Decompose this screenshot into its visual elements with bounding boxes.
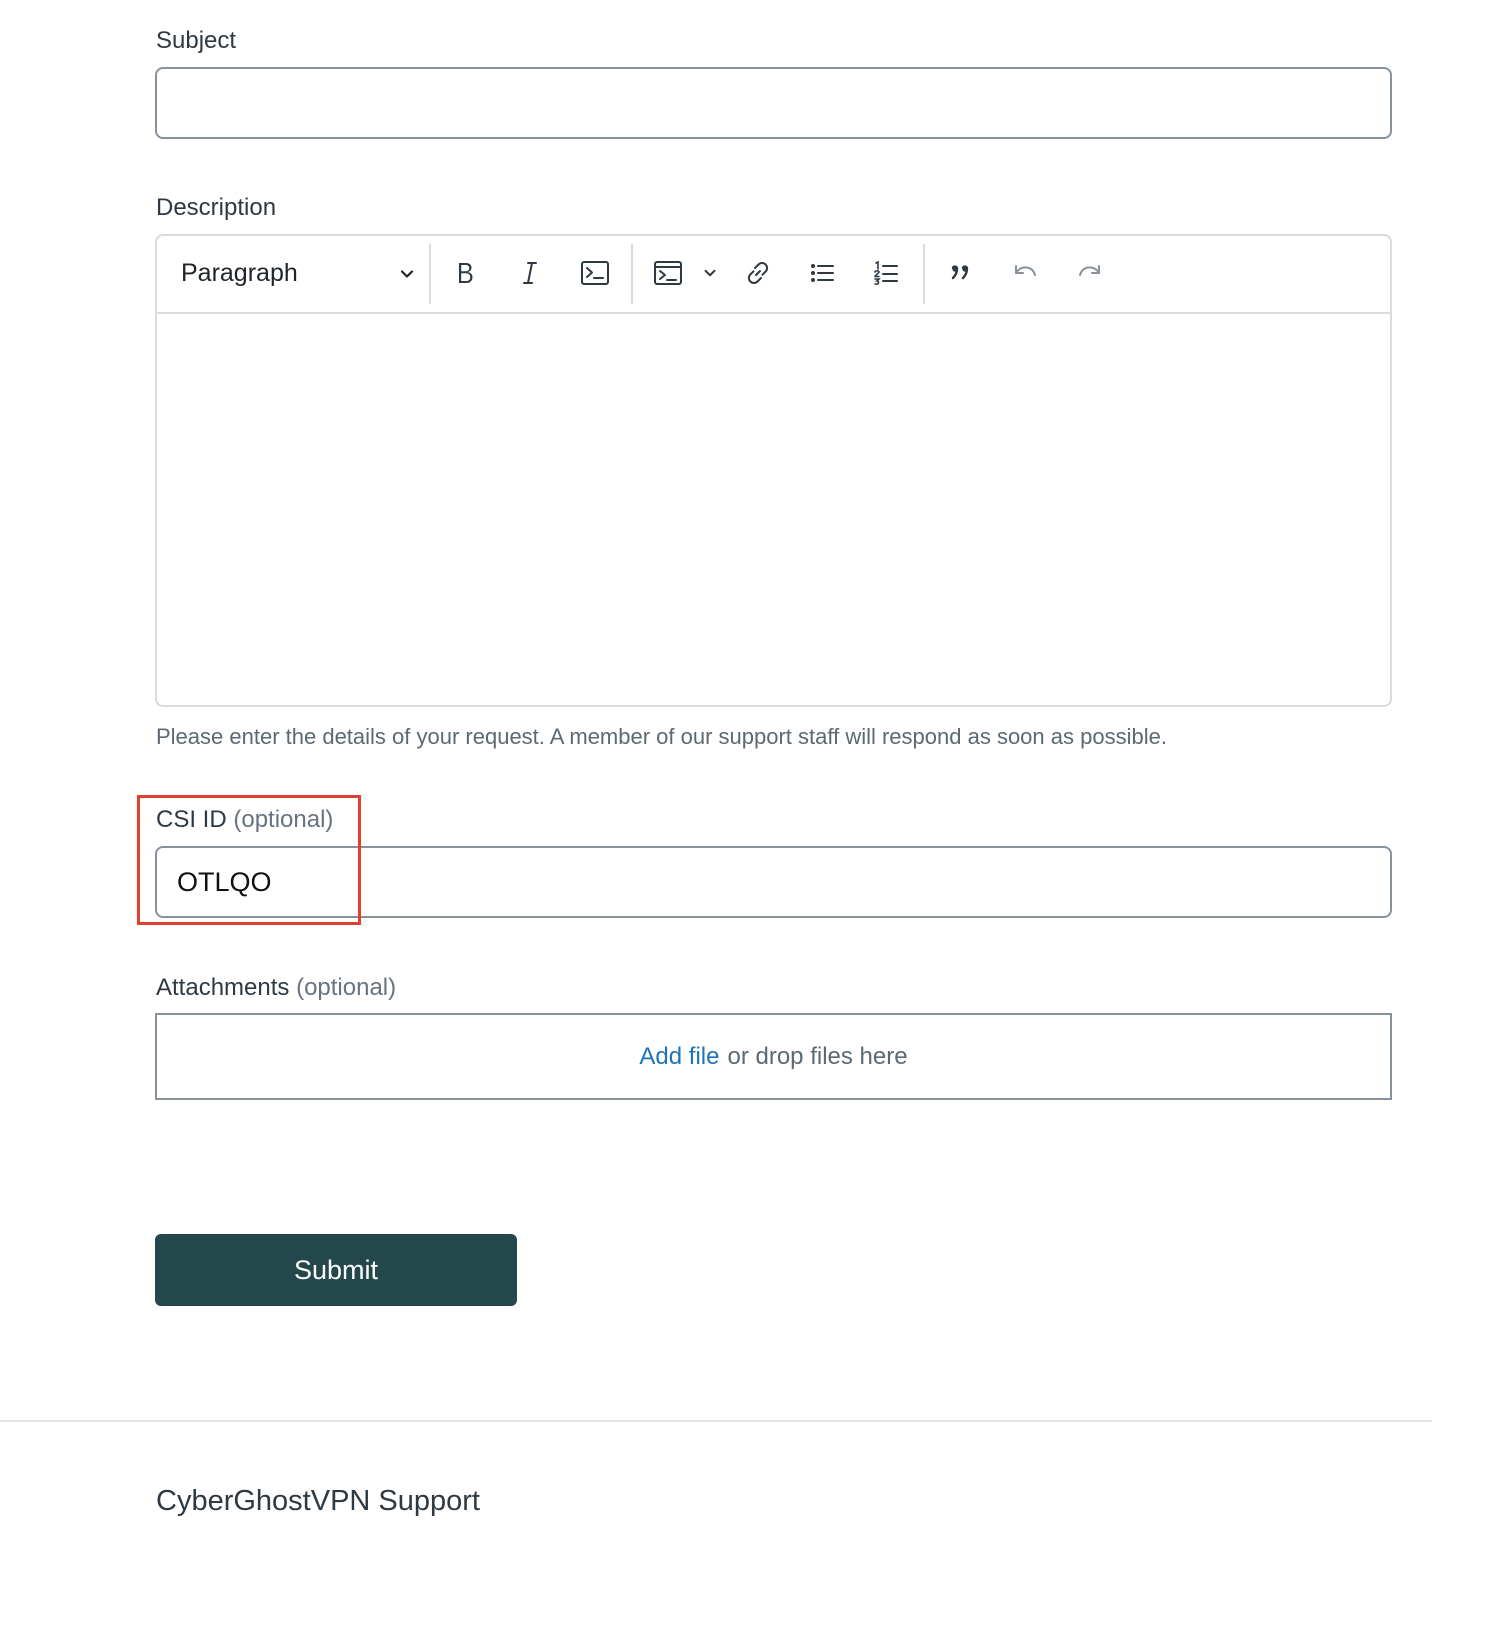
code-block-button[interactable] [645,250,691,296]
redo-icon [1076,261,1104,285]
subject-label: Subject [156,27,237,54]
numbered-list-icon [872,259,900,287]
italic-button[interactable] [507,250,553,296]
bulleted-list-button[interactable] [799,250,845,296]
link-icon [744,259,772,287]
code-block-icon [653,260,683,286]
toolbar-separator [631,244,633,304]
chevron-down-icon [701,264,719,282]
toolbar-separator [923,244,925,304]
description-hint: Please enter the details of your request… [156,724,1167,749]
attachments-optional: (optional) [296,974,397,1001]
submit-button[interactable]: Submit [155,1234,517,1306]
numbered-list-button[interactable] [863,250,909,296]
add-file-link[interactable]: Add file [639,1043,719,1071]
link-button[interactable] [735,250,781,296]
italic-icon [516,259,544,287]
code-block-dropdown[interactable] [693,250,727,296]
attachments-label-text: Attachments [156,974,290,1001]
attachments-dropzone[interactable]: Add file or drop files here [155,1013,1392,1100]
subject-input[interactable] [155,67,1392,139]
code-icon [580,260,610,286]
block-format-select[interactable]: Paragraph [181,250,417,296]
description-editor: Paragraph [155,234,1392,707]
undo-icon [1011,261,1039,285]
description-label: Description [156,194,277,221]
chevron-down-icon [397,262,417,291]
code-button[interactable] [572,250,618,296]
bold-icon [451,259,479,287]
block-format-value: Paragraph [181,258,298,287]
bulleted-list-icon [808,259,836,287]
bold-button[interactable] [442,250,488,296]
blockquote-icon [949,260,975,286]
description-body[interactable] [157,312,1390,705]
footer-divider [0,1420,1432,1422]
drop-files-text: or drop files here [727,1042,908,1070]
toolbar-separator [429,244,431,304]
editor-toolbar: Paragraph [157,236,1390,314]
attachments-label: Attachments (optional) [156,973,396,1003]
csi-id-highlight [137,795,361,925]
blockquote-button[interactable] [939,250,985,296]
undo-button[interactable] [1002,250,1048,296]
footer-brand[interactable]: CyberGhostVPN Support [156,1485,480,1518]
redo-button[interactable] [1067,250,1113,296]
